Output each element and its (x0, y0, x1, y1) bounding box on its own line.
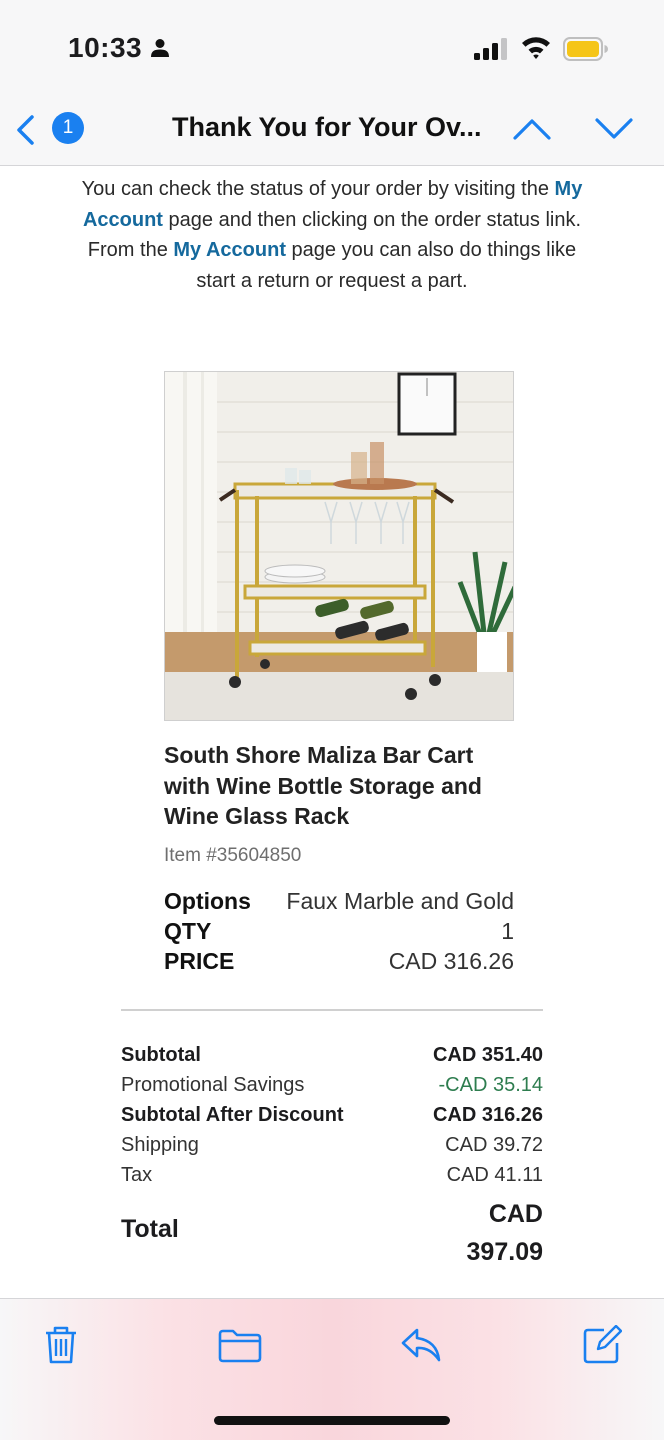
options-row: Options Faux Marble and Gold (164, 888, 514, 918)
tax-value: CAD 41.11 (446, 1164, 543, 1186)
status-bar: 10:33 (0, 0, 664, 100)
shipping-row: Shipping CAD 39.72 (121, 1134, 543, 1162)
subtotal-after-discount-row: Subtotal After Discount CAD 316.26 (121, 1104, 543, 1132)
down-chevron-icon[interactable] (594, 114, 634, 144)
item-number: Item #35604850 (164, 845, 302, 866)
tax-label: Tax (121, 1164, 153, 1186)
email-subject-title: Thank You for Your Ov... (172, 112, 482, 142)
summary-divider (121, 1009, 543, 1011)
price-label: PRICE (164, 948, 235, 974)
options-value: Faux Marble and Gold (286, 888, 514, 914)
order-status-paragraph: You can check the status of your order b… (80, 174, 584, 296)
compose-icon[interactable] (582, 1325, 622, 1365)
status-time: 10:33 (68, 32, 143, 63)
total-amount: 397.09 (466, 1238, 543, 1266)
folder-icon[interactable] (218, 1329, 262, 1363)
nav-bar: 1 Thank You for Your Ov... (0, 100, 664, 166)
qty-label: QTY (164, 918, 212, 944)
subtotal-row: Subtotal CAD 351.40 (121, 1044, 543, 1072)
my-account-link-2[interactable]: My Account (173, 239, 286, 261)
person-icon (151, 39, 169, 57)
product-name[interactable]: South Shore Maliza Bar Cart with Wine Bo… (164, 740, 524, 832)
back-chevron-icon[interactable] (12, 114, 40, 146)
trash-icon[interactable] (44, 1325, 78, 1365)
savings-label: Promotional Savings (121, 1074, 305, 1096)
shipping-value: CAD 39.72 (445, 1134, 543, 1156)
intro-text-1: You can check the status of your order b… (81, 178, 555, 200)
subtotal-value: CAD 351.40 (432, 1044, 543, 1066)
battery-icon (563, 37, 608, 61)
after-discount-label: Subtotal After Discount (121, 1104, 344, 1126)
after-discount-value: CAD 316.26 (432, 1104, 543, 1126)
wifi-icon (522, 37, 550, 59)
home-indicator[interactable] (214, 1416, 450, 1425)
savings-value: -CAD 35.14 (438, 1074, 544, 1096)
bar-cart-illustration (165, 372, 513, 720)
total-value: CAD 397.09 (400, 1195, 543, 1271)
price-value: CAD 316.26 (388, 948, 514, 974)
reply-icon[interactable] (400, 1327, 442, 1363)
promotional-savings-row: Promotional Savings -CAD 35.14 (121, 1074, 543, 1102)
qty-row: QTY 1 (164, 918, 514, 948)
tax-row: Tax CAD 41.11 (121, 1164, 543, 1192)
qty-value: 1 (501, 918, 514, 944)
total-currency: CAD (488, 1200, 543, 1228)
product-image[interactable] (164, 371, 514, 721)
total-label: Total (121, 1215, 179, 1243)
price-row: PRICE CAD 316.26 (164, 948, 514, 978)
up-chevron-icon[interactable] (512, 114, 552, 144)
options-label: Options (164, 888, 251, 914)
cellular-signal-icon (474, 38, 507, 60)
shipping-label: Shipping (121, 1134, 199, 1156)
unread-count-badge[interactable]: 1 (52, 112, 84, 144)
subtotal-label: Subtotal (121, 1044, 201, 1066)
